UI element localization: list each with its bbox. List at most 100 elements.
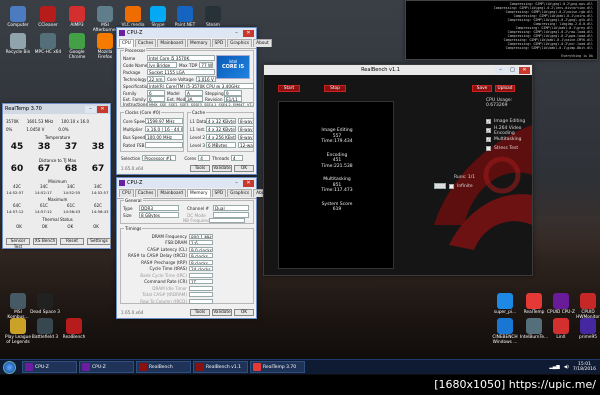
timing-value: 1:6 [189,240,213,246]
option-checkbox[interactable]: ✓ [486,119,491,124]
start-button[interactable]: Start [278,85,300,92]
realtemp-window[interactable]: RealTemp 3.70 – ✕ 3570K 1601.53 MHz 100.1… [2,103,111,250]
tab-cpu[interactable]: CPU [119,189,134,197]
tools-button[interactable]: Tools [190,309,210,316]
desktop-icon[interactable]: IntelBurnTe... [519,318,549,340]
close-button[interactable]: ✕ [519,66,530,74]
taskbar-app-icon [253,363,261,371]
ok-button[interactable]: OK [234,309,254,316]
close-button[interactable]: ✕ [243,29,254,37]
runs-spinner[interactable]: 1 [434,183,446,189]
option-checkbox[interactable]: ✓ [486,128,491,133]
stop-button[interactable]: Stop [324,85,346,92]
tab-mainboard[interactable]: Mainboard [157,39,187,47]
test-option[interactable]: ✓ H.264 Video Encoding [486,126,532,136]
tab-memory[interactable]: Memory [187,39,211,47]
realtemp-titlebar[interactable]: RealTemp 3.70 – ✕ [3,104,110,114]
cmd-window[interactable]: Compressing: GIMP\lib\gegl-0.2\png-ops.d… [405,0,598,60]
timing-label: Bank Cycle Time (tRC) [140,272,187,278]
desktop-icon[interactable]: Paint.NET [170,6,200,28]
tab-about[interactable]: About [253,39,272,47]
desktop-icon[interactable]: LinX [546,318,576,340]
tab-spd[interactable]: SPD [211,189,227,197]
desktop-icon[interactable]: super_pi... [490,293,520,315]
cpuz2-titlebar[interactable]: CPU-Z – ✕ [117,178,256,188]
maximize-button[interactable]: □ [507,66,518,74]
option-checkbox[interactable] [486,146,491,151]
xs-bench-button[interactable]: XS Bench [33,238,57,245]
cpuz-cpu-window[interactable]: CPU-Z – ✕ CPU Caches Mainboard Memory SPD Grap… [116,27,272,175]
reset-button[interactable]: Reset [60,238,84,245]
test-option[interactable]: ✓ Multitasking [486,135,532,144]
cores-field: 4 [198,155,211,161]
clock-date[interactable]: 7/18/2016 [573,367,596,372]
close-button[interactable]: ✕ [243,179,254,187]
tab-caches[interactable]: Caches [134,39,157,47]
upload-button[interactable]: Upload [495,85,515,92]
cpuz1-titlebar[interactable]: CPU-Z – ✕ [117,28,256,38]
desktop-icon[interactable]: CPUID CPU-Z [546,293,576,315]
desktop-icon[interactable]: CINEBENCH Windows ... [490,318,520,345]
tools-button[interactable]: Tools [190,165,210,172]
tray-network-icon[interactable]: ▂▄▆ [549,365,559,370]
validate-button[interactable]: Validate [212,309,232,316]
tab-graphics[interactable]: Graphics [227,39,253,47]
family-label: Family [123,90,137,96]
desktop-icon[interactable]: RealTemp [519,293,549,315]
realbench-window[interactable]: RealBench v1.1 – □ ✕ Start Stop Save Uploa… [263,64,533,276]
ok-button[interactable]: OK [234,165,254,172]
desktop-icon[interactable]: Computer [3,6,33,28]
minimize-button[interactable]: – [85,105,96,113]
desktop-icon[interactable]: RealBench [59,318,89,340]
desktop-icon[interactable]: MPC-HC x64 [33,33,63,55]
desktop-icon[interactable]: Play League of Legends [3,318,33,345]
desktop-icon[interactable]: Steam [198,6,228,28]
tab-spd[interactable]: SPD [211,39,227,47]
save-button[interactable]: Save [472,85,492,92]
taskbar-item[interactable]: CPU-Z [22,361,77,373]
app-icon [553,293,569,309]
tj-distance: 60 [10,164,24,174]
tab-memory[interactable]: Memory [187,189,211,197]
start-orb-icon[interactable] [3,360,16,374]
taskbar-item[interactable]: RealBench v1.1 [193,361,248,373]
option-checkbox[interactable]: ✓ [486,137,491,142]
infinite-checkbox[interactable] [449,183,454,189]
minimize-button[interactable]: – [231,29,242,37]
tab-caches[interactable]: Caches [134,189,157,197]
tab-graphics[interactable]: Graphics [227,189,253,197]
close-button[interactable]: ✕ [97,105,108,113]
option-label: Stress Test [494,146,519,151]
timing-label: Cycle Time (tRAS) [149,266,187,272]
desktop-icon[interactable]: Skype [143,6,173,28]
rt-thermal-label: Thermal Status [42,217,73,222]
desktop-icon[interactable]: MSI Kombus... [3,293,33,320]
desktop-icon[interactable]: AIMP3 [62,6,92,28]
selection-dropdown[interactable]: Processor #1 [142,155,177,161]
desktop-icon[interactable]: Battlefield 3 [30,318,60,340]
realbench-titlebar[interactable]: RealBench v1.1 – □ ✕ [264,65,532,75]
taskbar-item[interactable]: RealBench [136,361,191,373]
app-icon [37,293,53,309]
minimize-button[interactable]: – [231,179,242,187]
core-temp: 38 [91,142,105,152]
desktop-icon[interactable]: Dead Space 3 [30,293,60,315]
desktop-icon[interactable]: Google Chrome [62,33,92,60]
desktop-icon[interactable]: CPUID HWMonitor [573,293,600,320]
tab-cpu[interactable]: CPU [119,39,134,47]
desktop-icon[interactable]: prime95 [573,318,600,340]
sensor-test-button[interactable]: Sensor Test [6,238,30,250]
tray-volume-icon[interactable]: ◀) [564,365,569,370]
tab-mainboard[interactable]: Mainboard [157,189,187,197]
rated-fsb-field [145,142,183,148]
cpuz-memory-window[interactable]: CPU-Z – ✕ CPU Caches Mainboard Memory SPD Grap… [116,177,272,319]
test-option[interactable]: Stress Test [486,144,532,153]
taskbar-item[interactable]: RealTemp 3.70 [250,361,305,373]
minimize-button[interactable]: – [495,66,506,74]
timing-label: RAS# Precharge (tRP) [141,259,187,265]
desktop-icon[interactable]: Recycle Bin [3,33,33,55]
taskbar-item[interactable]: CPU-Z [79,361,134,373]
validate-button[interactable]: Validate [212,165,232,172]
desktop-icon[interactable]: CCleaner [33,6,63,28]
settings-button[interactable]: Settings [87,238,111,245]
